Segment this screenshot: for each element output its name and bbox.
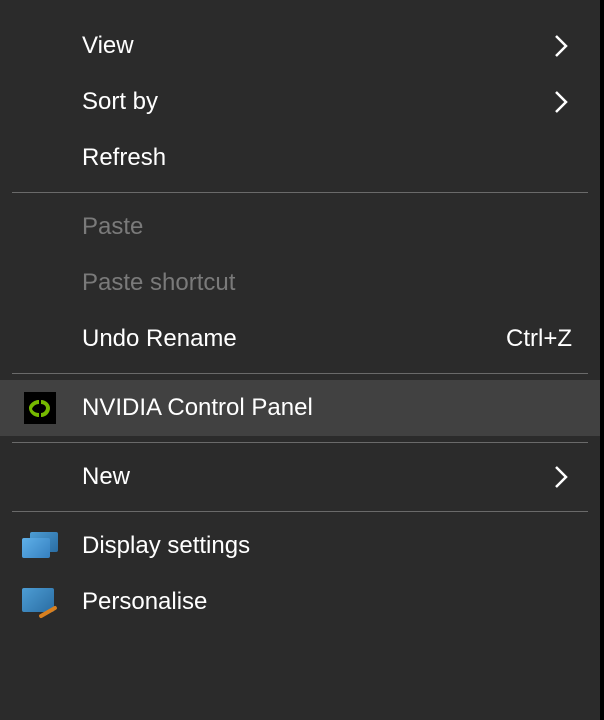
menu-item-personalise[interactable]: Personalise [0,574,600,630]
chevron-right-icon [552,463,572,491]
icon-slot-empty [20,319,60,359]
menu-item-display-settings[interactable]: Display settings [0,518,600,574]
menu-label: Refresh [82,144,572,172]
menu-label: Undo Rename [82,325,506,353]
menu-separator [12,442,588,443]
menu-label: New [82,463,552,491]
menu-label: Paste [82,213,572,241]
menu-item-view[interactable]: View [0,18,600,74]
personalise-icon [20,582,60,622]
menu-item-undo[interactable]: Undo Rename Ctrl+Z [0,311,600,367]
menu-separator [12,192,588,193]
menu-label: Paste shortcut [82,269,572,297]
icon-slot-empty [20,457,60,497]
menu-item-nvidia[interactable]: NVIDIA Control Panel [0,380,600,436]
chevron-right-icon [552,88,572,116]
menu-item-refresh[interactable]: Refresh [0,130,600,186]
menu-label: Personalise [82,588,572,616]
icon-slot-empty [20,26,60,66]
icon-slot-empty [20,207,60,247]
desktop-context-menu: View Sort by Refresh Paste Paste shortcu… [0,0,600,720]
menu-item-new[interactable]: New [0,449,600,505]
menu-separator [12,373,588,374]
icon-slot-empty [20,82,60,122]
keyboard-shortcut: Ctrl+Z [506,325,572,353]
menu-label: Sort by [82,88,552,116]
nvidia-icon [20,388,60,428]
menu-item-paste-shortcut: Paste shortcut [0,255,600,311]
chevron-right-icon [552,32,572,60]
icon-slot-empty [20,263,60,303]
display-settings-icon [20,526,60,566]
menu-label: Display settings [82,532,572,560]
menu-separator [12,511,588,512]
menu-item-paste: Paste [0,199,600,255]
menu-label: View [82,32,552,60]
menu-label: NVIDIA Control Panel [82,394,572,422]
icon-slot-empty [20,138,60,178]
menu-item-sortby[interactable]: Sort by [0,74,600,130]
